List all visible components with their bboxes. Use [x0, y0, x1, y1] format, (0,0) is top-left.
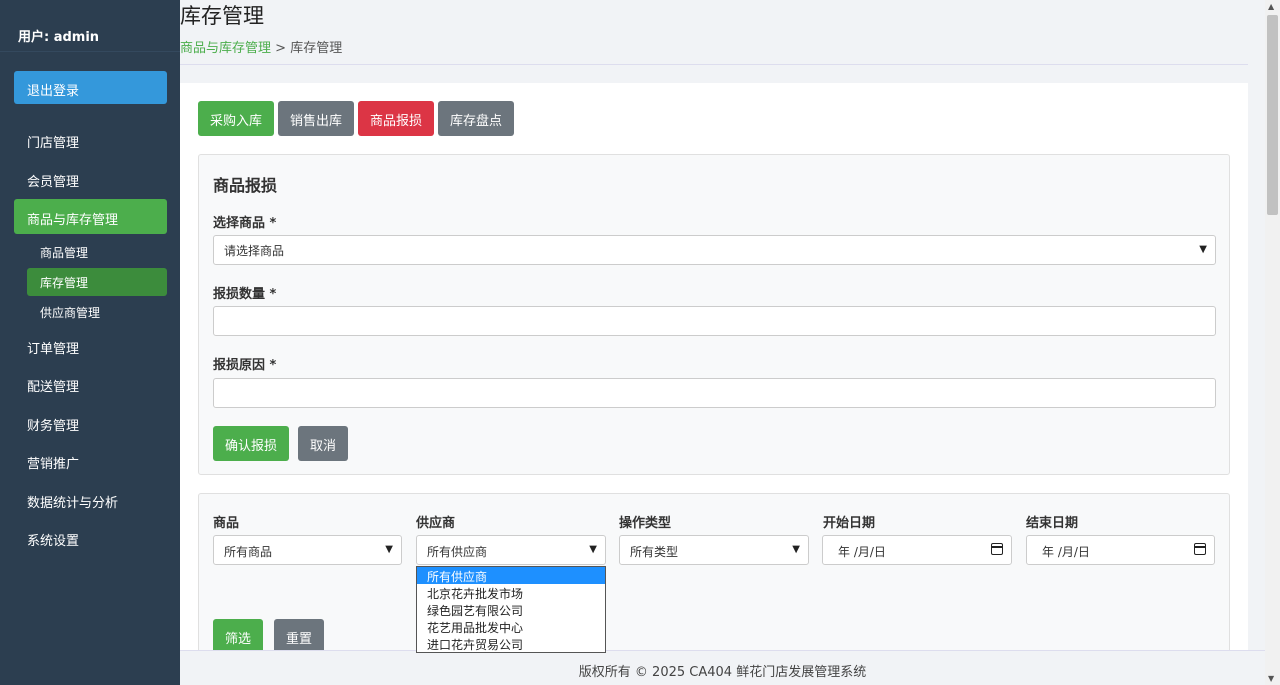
filter-supplier-select[interactable]: 所有供应商 ▼ — [416, 535, 606, 565]
filter-start-value: 年 /月/日 — [838, 545, 886, 559]
sidebar-item-settings[interactable]: 系统设置 — [14, 520, 167, 555]
cancel-button[interactable]: 取消 — [298, 426, 349, 461]
tab-bar: 采购入库 销售出库 商品报损 库存盘点 — [198, 101, 518, 136]
filter-type-select[interactable]: 所有类型 ▼ — [619, 535, 809, 565]
supplier-option[interactable]: 所有供应商 — [417, 567, 605, 584]
reason-input[interactable] — [213, 378, 1216, 408]
filter-type-value: 所有类型 — [630, 545, 679, 559]
page-title: 库存管理 — [180, 4, 264, 28]
breadcrumb-link[interactable]: 商品与库存管理 — [180, 41, 271, 56]
filter-start-label: 开始日期 — [823, 516, 876, 531]
scroll-up-icon[interactable]: ▲ — [1268, 2, 1274, 11]
chevron-down-icon: ▼ — [385, 544, 393, 555]
scroll-down-icon[interactable]: ▼ — [1268, 674, 1274, 683]
filter-supplier-label: 供应商 — [416, 516, 456, 531]
damage-form-panel: 商品报损 选择商品 * 请选择商品 ▼ 报损数量 * 报损原因 * 确认报损 取… — [198, 154, 1230, 475]
quantity-label: 报损数量 * — [213, 287, 277, 302]
filter-apply-button[interactable]: 筛选 — [213, 619, 264, 650]
page-scrollbar[interactable]: ▲ ▼ — [1265, 0, 1280, 685]
product-select-value: 请选择商品 — [224, 244, 285, 258]
tab-stocktake[interactable]: 库存盘点 — [438, 101, 515, 136]
product-select[interactable]: 请选择商品 ▼ — [213, 235, 1216, 265]
filter-product-value: 所有商品 — [224, 545, 273, 559]
tab-sales-out[interactable]: 销售出库 — [278, 101, 355, 136]
breadcrumb: 商品与库存管理 > 库存管理 — [180, 37, 342, 56]
supplier-option[interactable]: 进口花卉贸易公司 — [417, 635, 605, 652]
sidebar-item-finance[interactable]: 财务管理 — [14, 405, 167, 440]
main-content: 采购入库 销售出库 商品报损 库存盘点 商品报损 选择商品 * 请选择商品 ▼ … — [180, 83, 1248, 650]
sidebar: 用户: admin 退出登录 门店管理 会员管理 商品与库存管理 商品管理 库存… — [0, 0, 180, 685]
filter-reset-button[interactable]: 重置 — [274, 619, 325, 650]
footer: 版权所有 © 2025 CA404 鲜花门店发展管理系统 — [180, 650, 1265, 685]
form-title: 商品报损 — [213, 176, 278, 195]
supplier-option[interactable]: 绿色园艺有限公司 — [417, 601, 605, 618]
filter-product-select[interactable]: 所有商品 ▼ — [213, 535, 402, 565]
sidebar-item-product-inventory[interactable]: 商品与库存管理 — [14, 199, 167, 234]
scroll-thumb[interactable] — [1267, 15, 1278, 215]
calendar-icon[interactable] — [991, 543, 1003, 555]
sidebar-item-member[interactable]: 会员管理 — [14, 161, 167, 196]
chevron-down-icon: ▼ — [1199, 244, 1207, 255]
sidebar-subitem-product[interactable]: 商品管理 — [27, 238, 167, 266]
sidebar-item-order[interactable]: 订单管理 — [14, 328, 167, 363]
filter-end-value: 年 /月/日 — [1042, 545, 1090, 559]
filter-product-label: 商品 — [213, 516, 240, 531]
confirm-damage-button[interactable]: 确认报损 — [213, 426, 290, 461]
filter-start-date[interactable]: 年 /月/日 — [822, 535, 1012, 565]
filter-supplier-value: 所有供应商 — [427, 545, 488, 559]
page-header: 库存管理 商品与库存管理 > 库存管理 — [180, 0, 1248, 65]
filter-end-label: 结束日期 — [1026, 516, 1079, 531]
supplier-dropdown-list: 所有供应商 北京花卉批发市场 绿色园艺有限公司 花艺用品批发中心 进口花卉贸易公… — [416, 566, 606, 653]
sidebar-item-store[interactable]: 门店管理 — [14, 122, 167, 157]
product-select-label: 选择商品 * — [213, 216, 277, 231]
sidebar-item-marketing[interactable]: 营销推广 — [14, 443, 167, 478]
filter-type-label: 操作类型 — [619, 516, 672, 531]
chevron-down-icon: ▼ — [792, 544, 800, 555]
logout-button[interactable]: 退出登录 — [14, 71, 167, 104]
sidebar-item-statistics[interactable]: 数据统计与分析 — [14, 482, 167, 517]
tab-purchase-in[interactable]: 采购入库 — [198, 101, 275, 136]
sidebar-subitem-inventory[interactable]: 库存管理 — [27, 267, 167, 296]
supplier-option[interactable]: 花艺用品批发中心 — [417, 618, 605, 635]
tab-damage-report[interactable]: 商品报损 — [358, 101, 435, 136]
user-label: 用户: admin — [0, 0, 180, 52]
filter-end-date[interactable]: 年 /月/日 — [1026, 535, 1215, 565]
page-gutter — [1248, 0, 1265, 650]
sidebar-nav: 门店管理 会员管理 商品与库存管理 商品管理 库存管理 供应商管理 订单管理 配… — [14, 122, 167, 559]
reason-label: 报损原因 * — [213, 358, 277, 373]
filter-panel: 商品 所有商品 ▼ 供应商 所有供应商 ▼ 操作类型 所有类型 ▼ 开始日期 年… — [198, 493, 1230, 650]
breadcrumb-separator: > — [275, 41, 287, 56]
calendar-icon[interactable] — [1194, 543, 1206, 555]
sidebar-subitem-supplier[interactable]: 供应商管理 — [27, 298, 167, 326]
supplier-option[interactable]: 北京花卉批发市场 — [417, 584, 605, 601]
sidebar-item-delivery[interactable]: 配送管理 — [14, 366, 167, 401]
quantity-input[interactable] — [213, 306, 1216, 336]
breadcrumb-current: 库存管理 — [290, 41, 343, 56]
chevron-down-icon: ▼ — [589, 544, 597, 555]
